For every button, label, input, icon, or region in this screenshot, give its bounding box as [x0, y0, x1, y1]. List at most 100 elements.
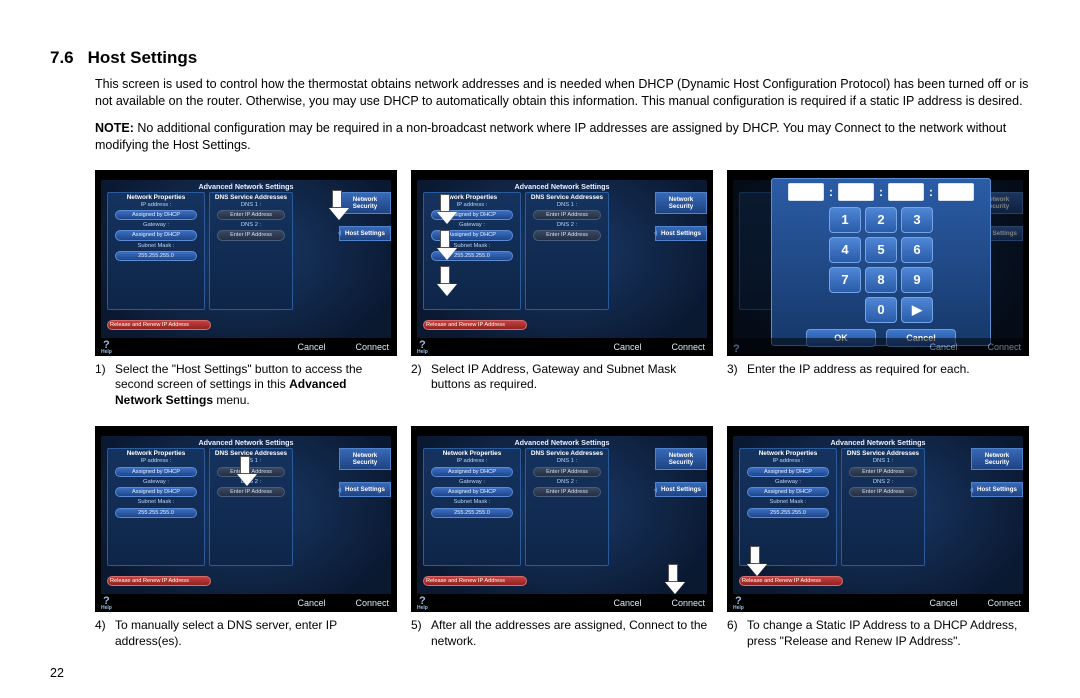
- host-settings-tab[interactable]: Host Settings: [655, 482, 707, 497]
- caption-3: 3) Enter the IP address as required for …: [727, 362, 1029, 409]
- cancel-button[interactable]: Cancel: [929, 342, 957, 352]
- network-properties-head: Network Properties: [742, 450, 834, 457]
- dns2-button[interactable]: Enter IP Address: [849, 487, 917, 497]
- dns-head: DNS Service Addresses: [212, 194, 290, 201]
- network-security-tab[interactable]: Network Security: [655, 448, 707, 470]
- dns2-label: DNS 2 :: [528, 479, 606, 485]
- screen-title: Advanced Network Settings: [733, 438, 1023, 447]
- dns1-button[interactable]: Enter IP Address: [217, 210, 285, 220]
- keypad-1[interactable]: 1: [829, 207, 861, 233]
- network-security-tab[interactable]: Network Security: [971, 448, 1023, 470]
- dns1-button[interactable]: Enter IP Address: [849, 467, 917, 477]
- keypad-2[interactable]: 2: [865, 207, 897, 233]
- caption-5: 5) After all the addresses are assigned,…: [411, 618, 713, 649]
- note-text: No additional configuration may be requi…: [95, 121, 1006, 152]
- arrow-down-icon: [437, 194, 453, 224]
- ip-octet-field[interactable]: [838, 183, 874, 201]
- gateway-label: Gateway :: [110, 222, 202, 228]
- connect-button[interactable]: Connect: [671, 598, 705, 608]
- ip-octet-field[interactable]: [888, 183, 924, 201]
- cancel-button[interactable]: Cancel: [613, 598, 641, 608]
- dns2-button[interactable]: Enter IP Address: [217, 487, 285, 497]
- keypad-8[interactable]: 8: [865, 267, 897, 293]
- network-security-tab[interactable]: Network Security: [339, 448, 391, 470]
- dns2-label: DNS 2 :: [212, 222, 290, 228]
- ip-label: IP address :: [426, 458, 518, 464]
- arrow-down-icon: [747, 546, 763, 576]
- screenshot-3: Advanced Network Settings Network Securi…: [727, 170, 1029, 356]
- subnet-button[interactable]: 255.255.255.0: [115, 508, 197, 518]
- subnet-button[interactable]: 255.255.255.0: [115, 251, 197, 261]
- release-renew-button[interactable]: Release and Renew IP Address: [739, 576, 843, 586]
- connect-button[interactable]: Connect: [671, 342, 705, 352]
- host-settings-tab[interactable]: Host Settings: [339, 226, 391, 241]
- keypad-9[interactable]: 9: [901, 267, 933, 293]
- subnet-label: Subnet Mask :: [110, 243, 202, 249]
- arrow-down-icon: [437, 230, 453, 260]
- gateway-label: Gateway :: [426, 479, 518, 485]
- cancel-button[interactable]: Cancel: [929, 598, 957, 608]
- cancel-button[interactable]: Cancel: [613, 342, 641, 352]
- dns2-button[interactable]: Enter IP Address: [533, 230, 601, 240]
- dns1-button[interactable]: Enter IP Address: [533, 210, 601, 220]
- keypad-7[interactable]: 7: [829, 267, 861, 293]
- cancel-button[interactable]: Cancel: [297, 598, 325, 608]
- help-icon[interactable]: ?: [733, 345, 740, 354]
- help-label: Help: [733, 606, 744, 610]
- dns2-button[interactable]: Enter IP Address: [217, 230, 285, 240]
- gateway-button[interactable]: Assigned by DHCP: [115, 487, 197, 497]
- gateway-button[interactable]: Assigned by DHCP: [115, 230, 197, 240]
- keypad-4[interactable]: 4: [829, 237, 861, 263]
- connect-button[interactable]: Connect: [355, 342, 389, 352]
- cancel-button[interactable]: Cancel: [297, 342, 325, 352]
- ip-button[interactable]: Assigned by DHCP: [115, 210, 197, 220]
- gateway-button[interactable]: Assigned by DHCP: [747, 487, 829, 497]
- keypad-6[interactable]: 6: [901, 237, 933, 263]
- gateway-button[interactable]: Assigned by DHCP: [431, 487, 513, 497]
- page-number: 22: [50, 666, 64, 680]
- dns2-label: DNS 2 :: [844, 479, 922, 485]
- release-renew-button[interactable]: Release and Renew IP Address: [423, 320, 527, 330]
- dns1-button[interactable]: Enter IP Address: [533, 467, 601, 477]
- ip-button[interactable]: Assigned by DHCP: [747, 467, 829, 477]
- keypad-3[interactable]: 3: [901, 207, 933, 233]
- help-label: Help: [417, 350, 428, 354]
- ip-button[interactable]: Assigned by DHCP: [115, 467, 197, 477]
- keypad-next[interactable]: ▶: [901, 297, 933, 323]
- arrow-down-icon: [437, 266, 453, 296]
- host-settings-tab[interactable]: Host Settings: [655, 226, 707, 241]
- subnet-button[interactable]: 255.255.255.0: [747, 508, 829, 518]
- connect-button[interactable]: Connect: [355, 598, 389, 608]
- section-title: Host Settings: [88, 48, 198, 68]
- network-properties-head: Network Properties: [110, 194, 202, 201]
- release-renew-button[interactable]: Release and Renew IP Address: [423, 576, 527, 586]
- dns1-label: DNS 1 :: [844, 458, 922, 464]
- host-settings-tab[interactable]: Host Settings: [971, 482, 1023, 497]
- subnet-button[interactable]: 255.255.255.0: [431, 508, 513, 518]
- ip-label: IP address :: [110, 202, 202, 208]
- ip-octet-field[interactable]: [788, 183, 824, 201]
- ip-octet-field[interactable]: [938, 183, 974, 201]
- screenshot-4: Advanced Network Settings Network Proper…: [95, 426, 397, 612]
- release-renew-button[interactable]: Release and Renew IP Address: [107, 576, 211, 586]
- dns-head: DNS Service Addresses: [528, 194, 606, 201]
- network-security-tab[interactable]: Network Security: [655, 192, 707, 214]
- dns1-label: DNS 1 :: [212, 202, 290, 208]
- connect-button[interactable]: Connect: [987, 598, 1021, 608]
- arrow-down-icon: [665, 564, 681, 594]
- caption-2: 2) Select IP Address, Gateway and Subnet…: [411, 362, 713, 409]
- gateway-label: Gateway :: [742, 479, 834, 485]
- ip-button[interactable]: Assigned by DHCP: [431, 467, 513, 477]
- arrow-down-icon: [329, 190, 345, 220]
- dns1-label: DNS 1 :: [528, 202, 606, 208]
- intro-paragraph: This screen is used to control how the t…: [95, 76, 1030, 110]
- connect-button[interactable]: Connect: [987, 342, 1021, 352]
- help-label: Help: [417, 606, 428, 610]
- note-label: NOTE:: [95, 121, 134, 135]
- host-settings-tab[interactable]: Host Settings: [339, 482, 391, 497]
- caption-6: 6) To change a Static IP Address to a DH…: [727, 618, 1029, 649]
- dns2-button[interactable]: Enter IP Address: [533, 487, 601, 497]
- keypad-0[interactable]: 0: [865, 297, 897, 323]
- release-renew-button[interactable]: Release and Renew IP Address: [107, 320, 211, 330]
- keypad-5[interactable]: 5: [865, 237, 897, 263]
